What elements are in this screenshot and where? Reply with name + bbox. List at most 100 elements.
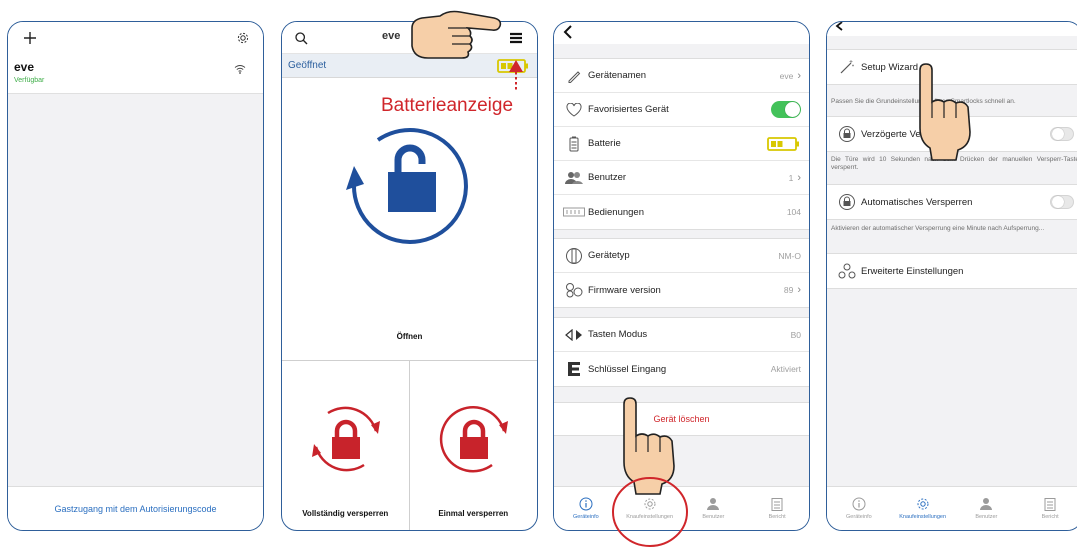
battery-callout: Batterieanzeige — [381, 95, 514, 116]
phone-device-info: Gerätenamen eve › Favorisiertes Gerät Ba… — [553, 21, 810, 531]
tab-knob-settings[interactable]: Knaufeinstellungen — [891, 487, 955, 530]
row-value: Aktiviert — [770, 364, 801, 374]
phone-device-list: eve Verfügbar Gastzugang mit dem Autoris… — [7, 21, 264, 531]
tab-bar: Geräteinfo Knaufeinstellungen Benutzer B… — [554, 486, 809, 530]
row-label: Schlüssel Eingang — [588, 363, 667, 375]
device-name: eve — [14, 60, 35, 74]
tab-knob-settings[interactable]: Knaufeinstellungen — [618, 487, 682, 530]
tab-label: Benutzer — [975, 514, 998, 520]
lock-once-label: Einmal versperren — [438, 509, 509, 518]
row-users[interactable]: Benutzer 1 › — [554, 161, 809, 195]
tab-label: Knaufeinstellungen — [626, 514, 674, 520]
lock-full-icon — [308, 401, 384, 477]
tab-label: Bericht — [768, 514, 786, 520]
lock-status: Geöffnet — [288, 60, 327, 71]
row-battery: Batterie — [554, 127, 809, 161]
row-device-type: Gerätetyp NM-O — [554, 239, 809, 273]
menu-icon[interactable] — [506, 29, 526, 47]
gear-icon[interactable] — [233, 28, 253, 48]
header-bar — [827, 22, 1077, 36]
counter-icon — [560, 207, 588, 217]
lock-once-button[interactable]: Einmal versperren — [410, 361, 538, 530]
row-label: Gerätetyp — [588, 250, 630, 261]
tab-users[interactable]: Benutzer — [955, 487, 1019, 530]
chevron-right-icon: › — [797, 284, 801, 296]
chevron-right-icon: › — [797, 69, 801, 82]
gears-icon — [560, 282, 588, 298]
delayed-lock-toggle[interactable] — [1050, 127, 1074, 141]
row-button-mode: Tasten Modus B0 — [554, 318, 809, 352]
magic-wand-icon — [833, 59, 861, 75]
tab-bar: Geräteinfo Knaufeinstellungen Benutzer B… — [827, 486, 1077, 530]
battery-icon — [560, 136, 588, 152]
auto-lock-icon — [833, 193, 861, 211]
tab-label: Geräteinfo — [573, 514, 599, 520]
row-operations: Bedienungen 104 — [554, 195, 809, 229]
auto-description: Aktivieren der automatischer Versperrung… — [831, 225, 1045, 232]
row-label: Setup Wizard — [861, 61, 919, 73]
device-status: Verfügbar — [14, 77, 45, 84]
tab-label: Benutzer — [702, 514, 725, 520]
info-group-1: Gerätenamen eve › Favorisiertes Gerät Ba… — [554, 58, 809, 230]
lock-full-label: Vollständig versperren — [302, 509, 389, 518]
auto-lock-toggle[interactable] — [1050, 195, 1074, 209]
tab-label: Bericht — [1041, 514, 1059, 520]
status-bar: Geöffnet — [282, 54, 537, 78]
info-icon — [579, 497, 593, 511]
wizard-group: Setup Wizard — [827, 49, 1077, 85]
auto-lock-row: Automatisches Versperren — [827, 185, 1077, 219]
lock-options: Vollständig versperren Einmal versperren — [282, 360, 538, 530]
row-label: Bedienungen — [588, 206, 644, 218]
favorite-toggle[interactable] — [771, 101, 801, 118]
row-value: 89 — [783, 285, 794, 295]
row-label: Gerätenamen — [588, 70, 647, 81]
plus-icon[interactable] — [20, 28, 40, 48]
clipboard-icon — [771, 497, 783, 511]
delete-device-button[interactable]: Gerät löschen — [554, 402, 809, 436]
search-icon[interactable] — [292, 29, 310, 47]
info-group-3: Tasten Modus B0 Schlüssel Eingang Aktivi… — [554, 317, 809, 387]
users-icon — [560, 171, 588, 185]
row-label: Benutzer — [588, 172, 627, 183]
delayed-description: Die Türe wird 10 Sekunden nach dem Drück… — [831, 156, 1077, 171]
row-favorite: Favorisiertes Gerät — [554, 93, 809, 127]
tab-label: Knaufeinstellungen — [899, 514, 947, 520]
row-device-name[interactable]: Gerätenamen eve › — [554, 59, 809, 93]
advanced-settings-row[interactable]: Erweiterte Einstellungen — [827, 254, 1077, 288]
row-label: Batterie — [588, 138, 621, 149]
back-icon[interactable] — [560, 24, 574, 40]
tab-device-info[interactable]: Geräteinfo — [827, 487, 891, 530]
battery-icon — [496, 57, 530, 75]
user-icon — [979, 497, 993, 511]
advanced-group: Erweiterte Einstellungen — [827, 253, 1077, 289]
gear-icon — [916, 497, 930, 511]
row-label: Favorisiertes Gerät — [588, 104, 669, 115]
setup-wizard-row[interactable]: Setup Wizard — [827, 50, 1077, 84]
info-icon — [852, 497, 866, 511]
auto-group: Automatisches Versperren — [827, 184, 1077, 220]
row-label: Firmware version — [588, 284, 661, 296]
back-icon[interactable] — [833, 22, 845, 32]
open-label: Öffnen — [396, 332, 423, 341]
header-bar — [554, 22, 809, 44]
chevron-right-icon: › — [797, 171, 801, 184]
user-icon — [706, 497, 720, 511]
tab-device-info[interactable]: Geräteinfo — [554, 487, 618, 530]
pencil-icon — [560, 69, 588, 83]
row-key-input: Schlüssel Eingang Aktiviert — [554, 352, 809, 386]
device-row[interactable]: eve Verfügbar — [8, 54, 263, 94]
phone-knob-settings: Setup Wizard Passen Sie die Grundeinstel… — [826, 21, 1077, 531]
top-bar: eve — [282, 22, 537, 54]
gear-icon — [643, 497, 657, 511]
guest-access-link[interactable]: Gastzugang mit dem Autorisierungscode — [8, 486, 263, 530]
lock-full-button[interactable]: Vollständig versperren — [282, 361, 410, 530]
key-e-icon — [560, 361, 588, 377]
tab-report[interactable]: Bericht — [745, 487, 809, 530]
delayed-group: Verzögerte Versperrung — [827, 116, 1077, 152]
row-firmware[interactable]: Firmware version 89 › — [554, 273, 809, 307]
unlock-button[interactable] — [342, 112, 478, 248]
row-value: eve — [779, 70, 794, 81]
tab-report[interactable]: Bericht — [1018, 487, 1077, 530]
tab-users[interactable]: Benutzer — [682, 487, 746, 530]
clipboard-icon — [1044, 497, 1056, 511]
